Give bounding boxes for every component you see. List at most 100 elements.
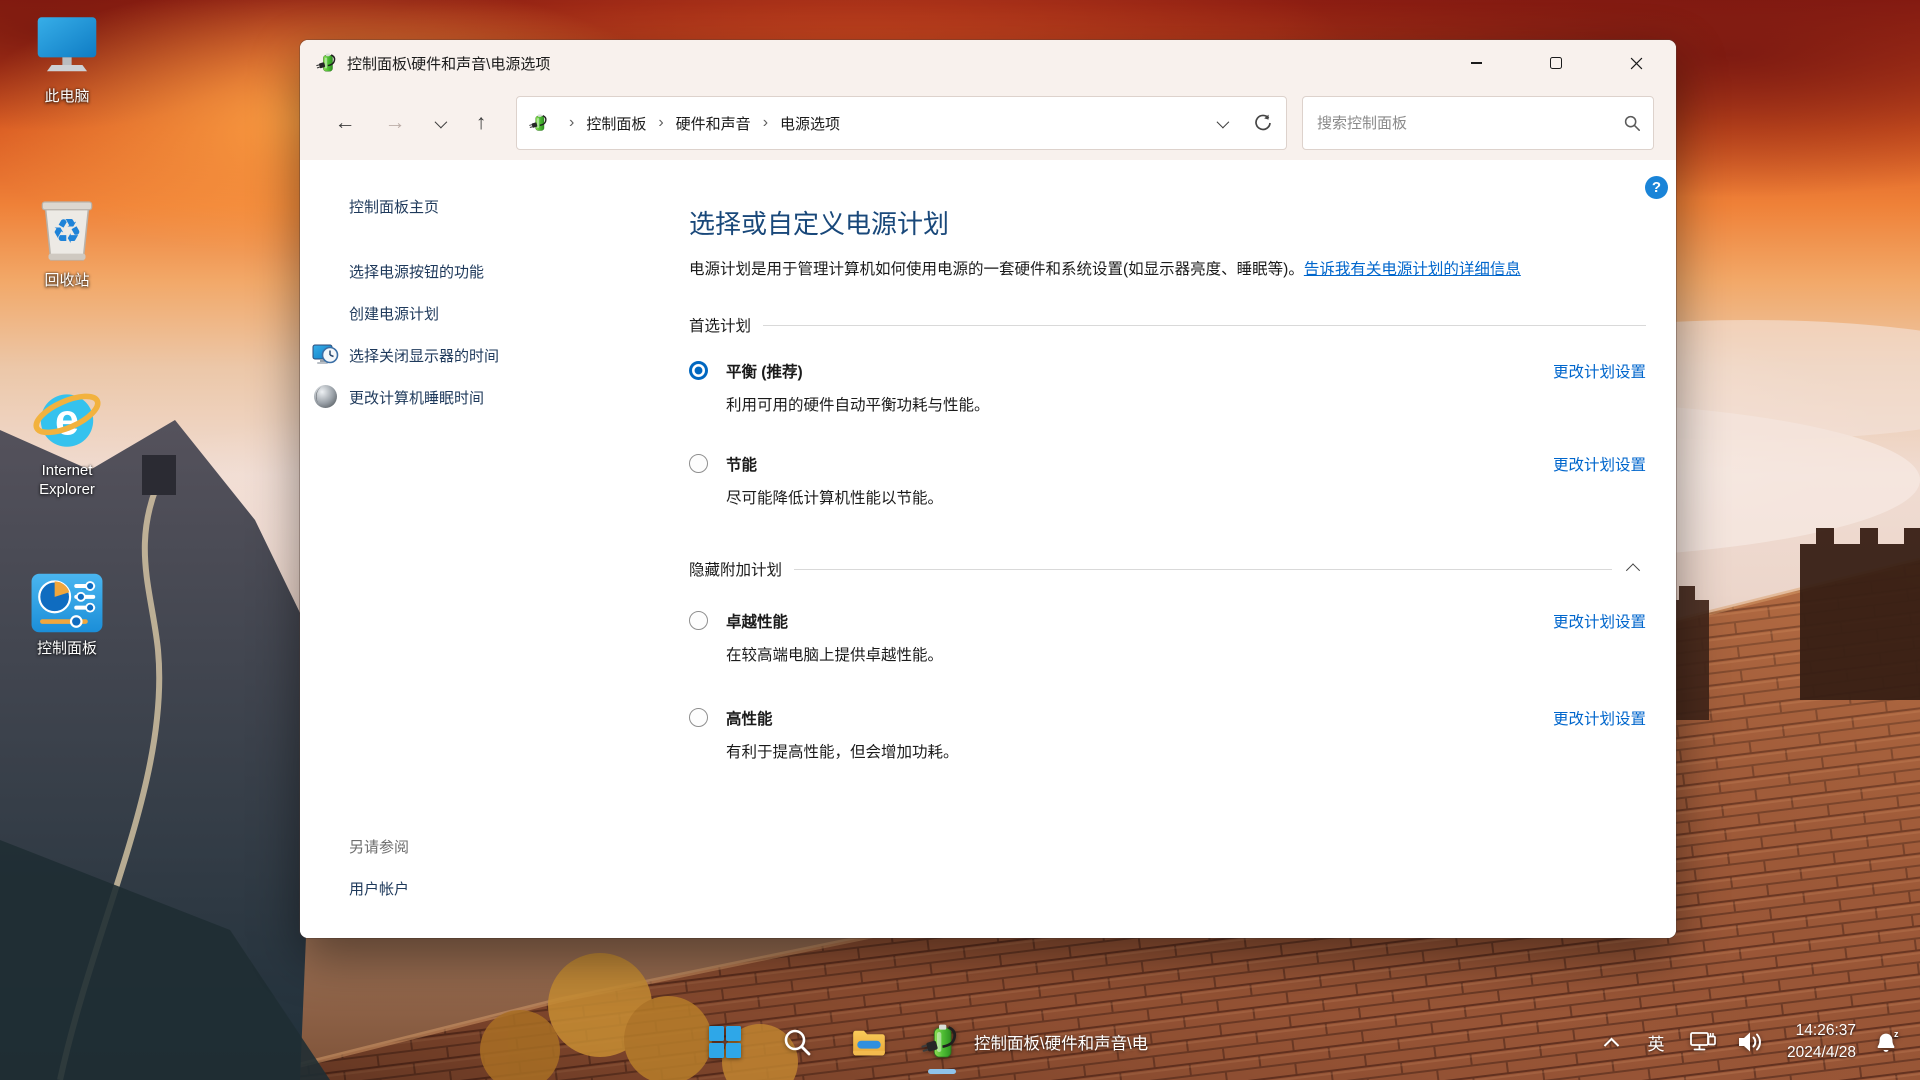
- maximize-icon: [1550, 57, 1562, 69]
- minimize-icon: [1471, 62, 1482, 63]
- desktop-root: { "colors":{"accent":"#0067c0","link":"#…: [0, 0, 1920, 1080]
- section-divider: [794, 569, 1612, 570]
- breadcrumb-hardware-sound[interactable]: 硬件和声音: [676, 113, 751, 134]
- section-title: 隐藏附加计划: [689, 558, 782, 580]
- chevron-down-icon: [434, 115, 447, 128]
- section-hidden-plans: 隐藏附加计划: [689, 558, 1646, 580]
- plan-ultimate-performance: 卓越性能 更改计划设置 在较高端电脑上提供卓越性能。: [689, 610, 1646, 665]
- desktop-icon-internet-explorer[interactable]: e Internet Explorer: [15, 382, 119, 500]
- tray-overflow-button[interactable]: [1589, 1037, 1633, 1048]
- change-plan-settings-link[interactable]: 更改计划设置: [1553, 707, 1646, 729]
- page-title: 选择或自定义电源计划: [689, 204, 1646, 241]
- section-title: 首选计划: [689, 314, 751, 336]
- control-panel-icon: [30, 572, 104, 634]
- refresh-icon[interactable]: [1252, 112, 1274, 134]
- clock[interactable]: 14:26:37 2024/4/28: [1787, 1020, 1856, 1064]
- window-titlebar[interactable]: 控制面板\硬件和声音\电源选项: [300, 40, 1676, 86]
- radio-power-saver[interactable]: [689, 454, 708, 473]
- search-icon: [1623, 114, 1641, 132]
- ime-indicator[interactable]: 英: [1633, 1030, 1679, 1055]
- sidebar-item-home[interactable]: 控制面板主页: [349, 196, 439, 217]
- sidebar-item-sleep-time[interactable]: 更改计算机睡眠时间: [349, 387, 484, 408]
- search-input[interactable]: [1315, 114, 1623, 133]
- taskbar-file-explorer-button[interactable]: [847, 1020, 891, 1064]
- file-explorer-icon: [850, 1023, 888, 1061]
- taskbar: 控制面板\硬件和声音\电 英 14:26:37 2024/4/28: [0, 1004, 1920, 1080]
- display-clock-icon: [312, 341, 339, 368]
- desktop-icon-control-panel[interactable]: 控制面板: [15, 572, 119, 659]
- sleep-moon-icon: [312, 383, 339, 410]
- help-button[interactable]: ?: [1645, 176, 1668, 199]
- this-pc-icon: [30, 8, 104, 82]
- window-body: ? 控制面板主页 选择电源按钮的功能 创建电源计划 选择关闭显示器的时间 更改计…: [300, 160, 1676, 938]
- start-button[interactable]: [703, 1020, 747, 1064]
- breadcrumb-power-options[interactable]: 电源选项: [780, 113, 840, 134]
- maximize-button[interactable]: [1516, 40, 1596, 86]
- see-also-user-accounts[interactable]: 用户帐户: [349, 878, 409, 899]
- windows-logo-icon: [708, 1025, 742, 1059]
- search-box[interactable]: [1302, 96, 1654, 150]
- plan-power-saver: 节能 更改计划设置 尽可能降低计算机性能以节能。: [689, 453, 1646, 508]
- power-options-icon: [921, 1022, 961, 1062]
- learn-more-link[interactable]: 告诉我有关电源计划的详细信息: [1304, 261, 1521, 278]
- desktop-icon-this-pc[interactable]: 此电脑: [15, 8, 119, 107]
- tray-time: 14:26:37: [1796, 1022, 1856, 1039]
- sidebar-item-display-off-time[interactable]: 选择关闭显示器的时间: [349, 345, 499, 366]
- forward-icon: →: [385, 111, 406, 135]
- internet-explorer-icon: e: [30, 382, 104, 456]
- address-dropdown-icon[interactable]: [1217, 115, 1230, 128]
- radio-ultimate-performance[interactable]: [689, 611, 708, 630]
- back-icon: ←: [335, 111, 356, 135]
- breadcrumb-separator: ›: [569, 114, 574, 132]
- bell-do-not-disturb-icon: z: [1871, 1027, 1901, 1057]
- minimize-button[interactable]: [1436, 40, 1516, 86]
- radio-high-performance[interactable]: [689, 708, 708, 727]
- plan-name: 平衡 (推荐): [726, 360, 1553, 382]
- collapse-section-button[interactable]: [1620, 559, 1646, 579]
- breadcrumb-separator: ›: [763, 114, 768, 132]
- radio-balanced[interactable]: [689, 361, 708, 380]
- desktop-icon-recycle-bin[interactable]: ♻ 回收站: [15, 192, 119, 291]
- description-text: 电源计划是用于管理计算机如何使用电源的一套硬件和系统设置(如显示器亮度、睡眠等)…: [689, 261, 1304, 278]
- nav-back-button[interactable]: ←: [326, 104, 364, 142]
- sidebar-item-create-plan[interactable]: 创建电源计划: [349, 303, 439, 324]
- see-also-title: 另请参阅: [349, 836, 409, 857]
- svg-text:z: z: [1894, 1029, 1899, 1039]
- volume-tray-button[interactable]: [1727, 1027, 1773, 1057]
- control-panel-window: 控制面板\硬件和声音\电源选项 ← → ↑ › 控制面板 › 硬件和声音 › 电…: [300, 40, 1676, 938]
- speaker-icon: [1735, 1027, 1765, 1057]
- desktop-icon-label: 回收站: [15, 272, 119, 291]
- change-plan-settings-link[interactable]: 更改计划设置: [1553, 360, 1646, 382]
- plan-name: 节能: [726, 453, 1553, 475]
- nav-forward-button[interactable]: →: [376, 104, 414, 142]
- svg-text:♻: ♻: [52, 212, 82, 251]
- window-title: 控制面板\硬件和声音\电源选项: [347, 53, 1436, 74]
- nav-up-button[interactable]: ↑: [462, 104, 500, 142]
- close-icon: [1630, 57, 1643, 70]
- nav-history-dropdown[interactable]: [426, 104, 452, 142]
- taskbar-search-button[interactable]: [775, 1020, 819, 1064]
- section-preferred-plans: 首选计划: [689, 314, 1646, 336]
- active-app-label[interactable]: 控制面板\硬件和声音\电: [974, 1004, 1148, 1080]
- taskbar-power-options-button[interactable]: [919, 1020, 963, 1064]
- notification-center-button[interactable]: z: [1866, 1027, 1906, 1057]
- chevron-up-icon: [1603, 1037, 1619, 1053]
- desktop-icon-label: 此电脑: [15, 88, 119, 107]
- breadcrumb-control-panel[interactable]: 控制面板: [586, 113, 646, 134]
- network-tray-button[interactable]: [1679, 1027, 1727, 1057]
- desktop-icon-label: Internet Explorer: [15, 462, 119, 500]
- change-plan-settings-link[interactable]: 更改计划设置: [1553, 453, 1646, 475]
- plan-balanced: 平衡 (推荐) 更改计划设置 利用可用的硬件自动平衡功耗与性能。: [689, 360, 1646, 415]
- ethernet-network-icon: [1688, 1027, 1718, 1057]
- address-bar[interactable]: › 控制面板 › 硬件和声音 › 电源选项: [516, 96, 1287, 150]
- power-options-breadcrumb-icon: [529, 113, 549, 133]
- plan-description: 利用可用的硬件自动平衡功耗与性能。: [726, 393, 1553, 415]
- breadcrumb-separator: ›: [658, 114, 663, 132]
- up-icon: ↑: [476, 111, 487, 135]
- sidebar-item-power-buttons[interactable]: 选择电源按钮的功能: [349, 261, 484, 282]
- close-button[interactable]: [1596, 40, 1676, 86]
- system-tray: 英 14:26:37 2024/4/28: [1589, 1004, 1920, 1080]
- plan-description: 尽可能降低计算机性能以节能。: [726, 486, 1553, 508]
- change-plan-settings-link[interactable]: 更改计划设置: [1553, 610, 1646, 632]
- desktop-icon-label: 控制面板: [15, 640, 119, 659]
